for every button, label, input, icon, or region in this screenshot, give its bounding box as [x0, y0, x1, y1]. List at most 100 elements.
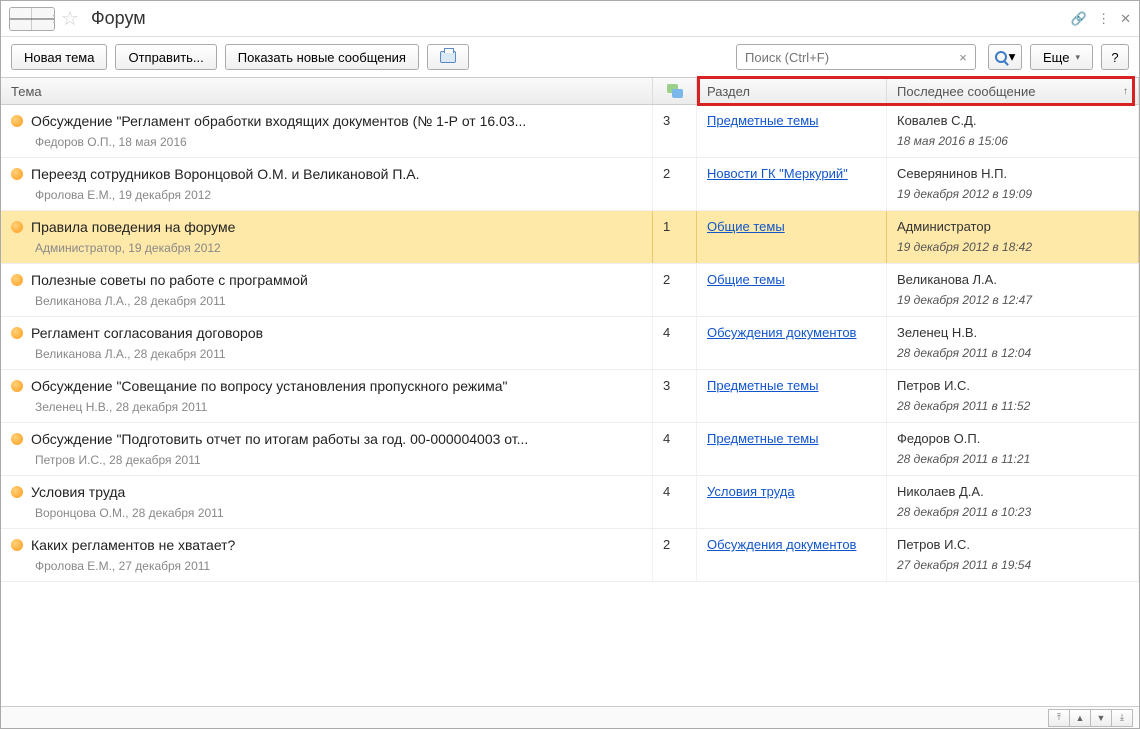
section-link[interactable]: Предметные темы [707, 431, 818, 446]
topic-title[interactable]: Каких регламентов не хватает? [31, 537, 235, 553]
print-button[interactable] [427, 44, 469, 70]
cell-topic: Обсуждение "Подготовить отчет по итогам … [1, 423, 653, 475]
last-date: 28 декабря 2011 в 11:52 [897, 399, 1128, 413]
kebab-menu-icon[interactable]: ⋮ [1097, 11, 1110, 27]
table-row[interactable]: Обсуждение "Регламент обработки входящих… [1, 105, 1139, 158]
cell-last: Петров И.С. 28 декабря 2011 в 11:52 [887, 370, 1139, 422]
cell-last: Петров И.С.27 декабря 2011 в 19:54 [887, 529, 1139, 581]
footer: ⤒ ▲ ▼ ⤓ [1, 706, 1139, 728]
new-topic-button[interactable]: Новая тема [11, 44, 107, 70]
table-row[interactable]: Регламент согласования договоров Великано… [1, 317, 1139, 370]
topic-meta: Федоров О.П., 18 мая 2016 [11, 135, 642, 149]
scroll-bottom-button[interactable]: ⤓ [1111, 709, 1133, 727]
section-link[interactable]: Предметные темы [707, 378, 818, 393]
col-last-message[interactable]: Последнее сообщение↑ [887, 78, 1139, 104]
table-row[interactable]: Обсуждение "Совещание по вопросу установ… [1, 370, 1139, 423]
last-date: 28 декабря 2011 в 12:04 [897, 346, 1128, 360]
section-link[interactable]: Общие темы [707, 219, 785, 234]
status-dot-icon [11, 380, 23, 392]
topic-title[interactable]: Условия труда [31, 484, 125, 500]
col-replies-icon[interactable] [653, 78, 697, 104]
topic-meta: Великанова Л.А., 28 декабря 2011 [11, 347, 642, 361]
table-header: Тема Раздел Последнее сообщение↑ [1, 77, 1139, 105]
favorite-star-icon[interactable]: ☆ [61, 6, 79, 31]
section-link[interactable]: Условия труда [707, 484, 795, 499]
section-link[interactable]: Обсуждения документов [707, 537, 856, 552]
link-icon[interactable]: 🔗 [1071, 11, 1087, 27]
close-icon[interactable]: ✕ [1120, 11, 1131, 27]
topic-title[interactable]: Правила поведения на форуме [31, 219, 235, 235]
last-author: Николаев Д.А. [897, 484, 1128, 499]
cell-section: Общие темы [697, 264, 887, 316]
cell-topic: Переезд сотрудников Воронцовой О.М. и Ве… [1, 158, 653, 210]
cell-count: 2 [653, 529, 697, 581]
cell-count: 1 [653, 211, 697, 263]
topic-meta: Зеленец Н.В., 28 декабря 2011 [11, 400, 642, 414]
cell-last: Николаев Д.А.28 декабря 2011 в 10:23 [887, 476, 1139, 528]
table-row[interactable]: Переезд сотрудников Воронцовой О.М. и Ве… [1, 158, 1139, 211]
status-dot-icon [11, 274, 23, 286]
table-row[interactable]: Обсуждение "Подготовить отчет по итогам … [1, 423, 1139, 476]
cell-count: 2 [653, 158, 697, 210]
cell-count: 4 [653, 317, 697, 369]
more-button[interactable]: Еще▾ [1030, 44, 1093, 70]
toolbar: Новая тема Отправить... Показать новые с… [1, 37, 1139, 77]
section-link[interactable]: Обсуждения документов [707, 325, 856, 340]
last-author: Петров И.С. [897, 378, 1128, 393]
status-dot-icon [11, 168, 23, 180]
scroll-top-button[interactable]: ⤒ [1048, 709, 1070, 727]
nav-group: 🡐 🡒 [9, 7, 55, 31]
forum-window: 🡐 🡒 ☆ Форум 🔗 ⋮ ✕ Новая тема Отправить..… [0, 0, 1140, 729]
col-section[interactable]: Раздел [697, 78, 887, 104]
last-date: 19 декабря 2012 в 12:47 [897, 293, 1128, 307]
topic-title[interactable]: Обсуждение "Совещание по вопросу установ… [31, 378, 507, 394]
last-date: 18 мая 2016 в 15:06 [897, 134, 1128, 148]
scroll-down-button[interactable]: ▼ [1090, 709, 1112, 727]
topic-meta: Администратор, 19 декабря 2012 [11, 241, 642, 255]
section-link[interactable]: Новости ГК "Меркурий" [707, 166, 848, 181]
cell-count: 4 [653, 423, 697, 475]
section-link[interactable]: Общие темы [707, 272, 785, 287]
cell-count: 2 [653, 264, 697, 316]
status-dot-icon [11, 433, 23, 445]
topic-meta: Воронцова О.М., 28 декабря 2011 [11, 506, 642, 520]
help-button[interactable]: ? [1101, 44, 1129, 70]
last-date: 19 декабря 2012 в 19:09 [897, 187, 1128, 201]
last-author: Великанова Л.А. [897, 272, 1128, 287]
table-row[interactable]: Условия труда Воронцова О.М., 28 декабря … [1, 476, 1139, 529]
search-input[interactable] [736, 44, 976, 70]
cell-section: Предметные темы [697, 423, 887, 475]
cell-count: 3 [653, 105, 697, 157]
cell-section: Предметные темы [697, 105, 887, 157]
send-button[interactable]: Отправить... [115, 44, 216, 70]
table-row[interactable]: Правила поведения на форуме Администратор… [1, 211, 1139, 264]
cell-topic: Каких регламентов не хватает?Фролова Е.М… [1, 529, 653, 581]
last-author: Зеленец Н.В. [897, 325, 1128, 340]
topic-title[interactable]: Обсуждение "Регламент обработки входящих… [31, 113, 526, 129]
cell-section: Обсуждения документов [697, 317, 887, 369]
cell-topic: Обсуждение "Регламент обработки входящих… [1, 105, 653, 157]
last-date: 27 декабря 2011 в 19:54 [897, 558, 1128, 572]
topic-title[interactable]: Переезд сотрудников Воронцовой О.М. и Ве… [31, 166, 420, 182]
table-row[interactable]: Полезные советы по работе с программой Ве… [1, 264, 1139, 317]
col-topic[interactable]: Тема [1, 78, 653, 104]
page-title: Форум [91, 8, 146, 29]
cell-topic: Условия труда Воронцова О.М., 28 декабря … [1, 476, 653, 528]
table-row[interactable]: Каких регламентов не хватает?Фролова Е.М… [1, 529, 1139, 582]
section-link[interactable]: Предметные темы [707, 113, 818, 128]
show-new-button[interactable]: Показать новые сообщения [225, 44, 419, 70]
search-wrap: × [736, 44, 972, 70]
cell-topic: Правила поведения на форуме Администратор… [1, 211, 653, 263]
titlebar: 🡐 🡒 ☆ Форум 🔗 ⋮ ✕ [1, 1, 1139, 37]
search-clear-icon[interactable]: × [954, 50, 972, 65]
cell-topic: Полезные советы по работе с программойВе… [1, 264, 653, 316]
search-button[interactable]: ▾ [988, 44, 1022, 70]
status-dot-icon [11, 486, 23, 498]
forward-button[interactable]: 🡒 [32, 8, 54, 30]
cell-section: Условия труда [697, 476, 887, 528]
topic-title[interactable]: Регламент согласования договоров [31, 325, 263, 341]
status-dot-icon [11, 115, 23, 127]
scroll-up-button[interactable]: ▲ [1069, 709, 1091, 727]
topic-title[interactable]: Полезные советы по работе с программой [31, 272, 308, 288]
topic-title[interactable]: Обсуждение "Подготовить отчет по итогам … [31, 431, 528, 447]
